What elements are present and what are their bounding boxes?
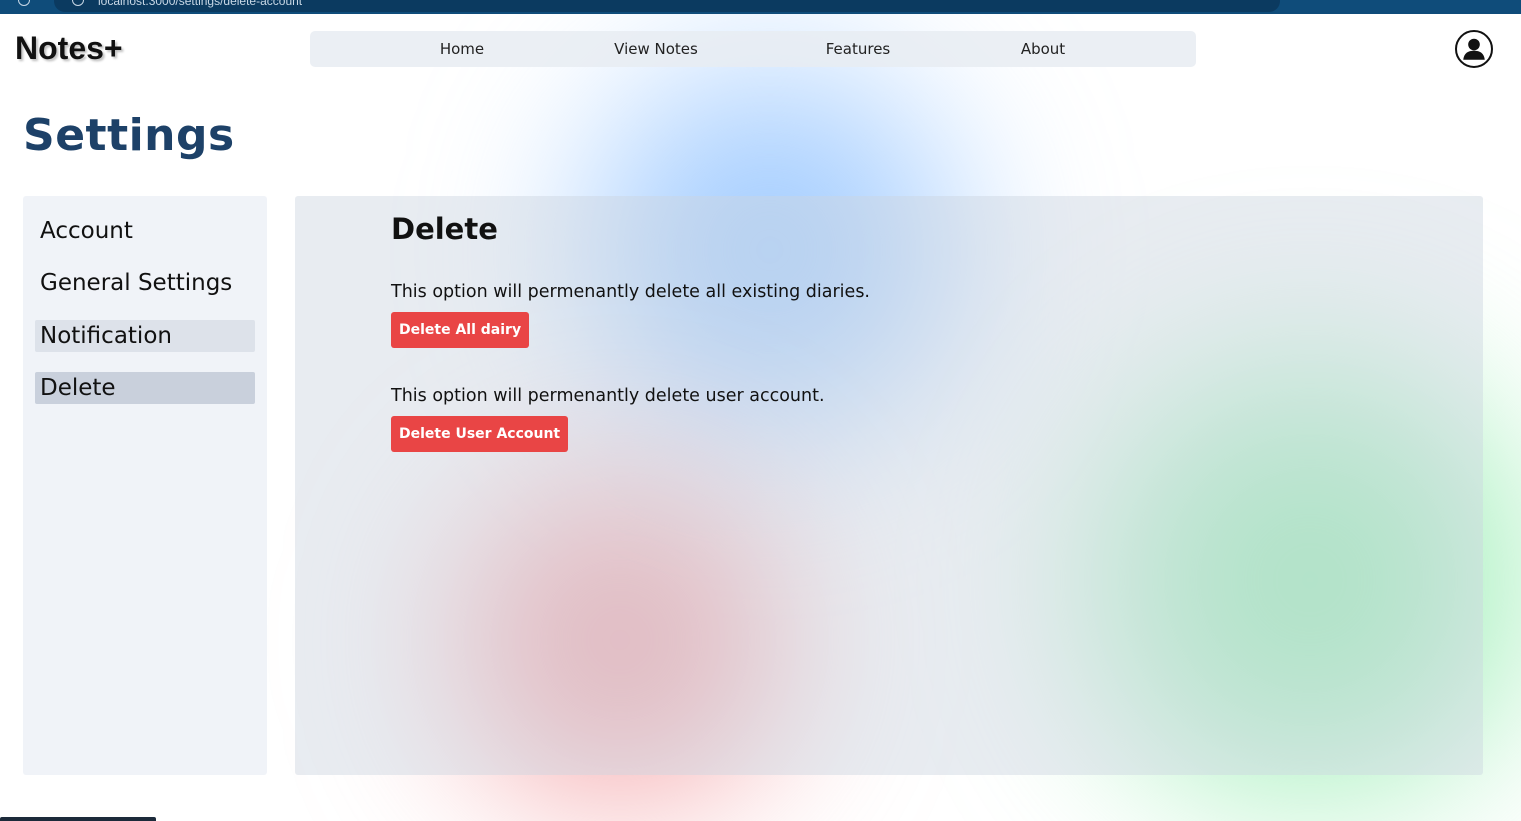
nav-view-notes-link[interactable]: View Notes [614,40,698,58]
page-title: Settings [23,110,235,161]
sidebar-item-account[interactable]: Account [35,215,255,247]
section-heading: Delete [391,212,498,246]
address-bar-text: localhost:3000/settings/delete-account [98,0,303,8]
bottom-indicator [0,817,156,821]
nav-features-link[interactable]: Features [826,40,891,58]
user-circle-icon [1463,38,1485,60]
sidebar-item-delete[interactable]: Delete [35,372,255,404]
sidebar-item-notification[interactable]: Notification [35,320,255,352]
reload-icon[interactable] [18,0,30,6]
app-logo[interactable]: Notes+ [15,30,123,67]
browser-toolbar: localhost:3000/settings/delete-account [0,0,1521,14]
delete-diaries-description: This option will permenantly delete all … [391,282,870,302]
user-avatar-button[interactable] [1455,30,1493,68]
delete-account-description: This option will permenantly delete user… [391,386,825,406]
delete-all-diaries-button[interactable]: Delete All dairy [391,312,530,348]
top-navigation: Home View Notes Features About [310,31,1196,67]
settings-sidebar: Account General Settings Notification De… [23,196,267,775]
delete-settings-panel: Delete This option will permenantly dele… [295,196,1483,775]
nav-about-link[interactable]: About [1021,40,1065,58]
nav-home-link[interactable]: Home [440,40,484,58]
delete-user-account-button[interactable]: Delete User Account [391,416,569,452]
sidebar-item-general-settings[interactable]: General Settings [35,267,255,299]
